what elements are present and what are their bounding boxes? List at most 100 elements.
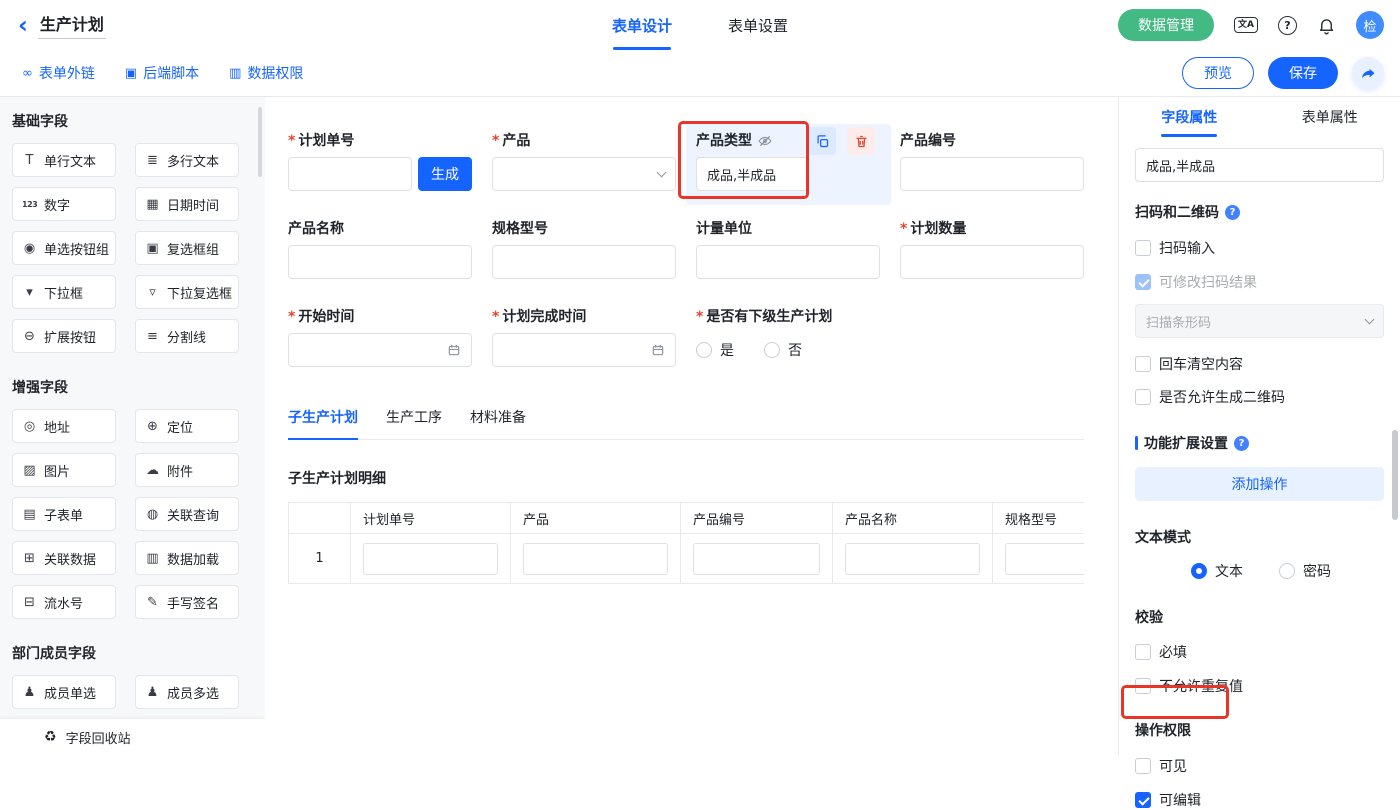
preview-button[interactable]: 预览 [1182, 57, 1254, 89]
start-time-input[interactable] [288, 333, 472, 367]
sidebar-item-radio-group[interactable]: ◉单选按钮组 [12, 231, 116, 265]
sidebar-item-dropdown-multi[interactable]: ▿下拉复选框 [135, 275, 239, 309]
visible-checkbox-row[interactable]: 可见 [1135, 756, 1384, 776]
notification-bell-icon[interactable] [1317, 16, 1336, 35]
checkbox-icon[interactable] [1135, 678, 1151, 694]
data-permission-button[interactable]: ▥ 数据权限 [229, 63, 303, 83]
sidebar-item-member-single[interactable]: ♟成员单选 [12, 675, 116, 709]
plan-qty-input[interactable] [900, 245, 1084, 279]
no-duplicate-checkbox-row[interactable]: 不允许重复值 [1135, 676, 1384, 696]
language-icon[interactable]: 文A [1234, 17, 1258, 34]
checkbox-icon[interactable] [1135, 389, 1151, 405]
avatar[interactable]: 检 [1356, 11, 1384, 39]
tab-form-properties[interactable]: 表单属性 [1260, 97, 1400, 137]
sidebar-item-member-multi[interactable]: ♟成员多选 [135, 675, 239, 709]
checkbox-icon[interactable] [1135, 644, 1151, 660]
page-title[interactable]: 生产计划 [38, 11, 106, 39]
sidebar-scrollbar[interactable] [258, 107, 262, 177]
field-product-name[interactable]: 产品名称 [288, 221, 472, 279]
field-finish-time[interactable]: *计划完成时间 [492, 309, 676, 367]
sidebar-item-number[interactable]: 123数字 [12, 187, 116, 221]
radio-no[interactable]: 否 [764, 340, 802, 360]
cell-product-code-input[interactable] [693, 543, 820, 575]
scan-type-select[interactable]: 扫描条形码 [1135, 304, 1384, 338]
unit-input[interactable] [696, 245, 880, 279]
field-spec-model[interactable]: 规格型号 [492, 221, 676, 279]
default-value-input[interactable]: 成品,半成品 [1135, 148, 1384, 182]
field-start-time[interactable]: *开始时间 [288, 309, 472, 367]
data-manage-button[interactable]: 数据管理 [1118, 9, 1214, 41]
enter-clear-checkbox-row[interactable]: 回车清空内容 [1135, 354, 1384, 374]
add-action-button[interactable]: 添加操作 [1135, 467, 1384, 501]
product-code-input[interactable] [900, 157, 1084, 191]
sidebar-item-single-line-text[interactable]: T单行文本 [12, 143, 116, 177]
sidebar-item-image[interactable]: ▨图片 [12, 453, 116, 487]
field-product-code[interactable]: 产品编号 [900, 133, 1084, 191]
product-select[interactable] [492, 157, 676, 191]
finish-time-input[interactable] [492, 333, 676, 367]
cell-product-name-input[interactable] [845, 543, 980, 575]
share-button[interactable] [1352, 57, 1384, 89]
sidebar-item-dropdown[interactable]: ▾下拉框 [12, 275, 116, 309]
copy-field-button[interactable] [808, 127, 836, 155]
tab-production-process[interactable]: 生产工序 [386, 407, 442, 439]
sidebar-item-linked-data[interactable]: ⊞关联数据 [12, 541, 116, 575]
sidebar-item-attachment[interactable]: ☁附件 [135, 453, 239, 487]
field-unit[interactable]: 计量单位 [696, 221, 880, 279]
panel-scrollbar[interactable] [1392, 430, 1398, 520]
field-recycle-bin[interactable]: ♻ 字段回收站 [0, 719, 265, 755]
generate-button[interactable]: 生成 [418, 157, 472, 191]
sidebar-item-address[interactable]: ◎地址 [12, 409, 116, 443]
text-mode-password-radio[interactable]: 密码 [1279, 561, 1331, 581]
checkbox-checked-disabled-icon[interactable] [1135, 274, 1151, 290]
sidebar-item-checkbox-group[interactable]: ▣复选框组 [135, 231, 239, 265]
radio-yes[interactable]: 是 [696, 340, 734, 360]
tab-form-design[interactable]: 表单设计 [612, 0, 672, 50]
field-product-type[interactable]: 产品类型 成品,半成品 [696, 133, 880, 191]
product-name-input[interactable] [288, 245, 472, 279]
sidebar-item-data-load[interactable]: ▥数据加载 [135, 541, 239, 575]
sidebar-item-divider[interactable]: ≡分割线 [135, 319, 239, 353]
sidebar-item-extend-button[interactable]: ⊖扩展按钮 [12, 319, 116, 353]
modify-result-checkbox-row[interactable]: 可修改扫码结果 [1135, 272, 1384, 292]
backend-script-button[interactable]: ▣ 后端脚本 [125, 63, 199, 83]
product-type-input[interactable]: 成品,半成品 [696, 157, 808, 191]
required-checkbox-row[interactable]: 必填 [1135, 642, 1384, 662]
external-link-button[interactable]: ∞ 表单外链 [22, 63, 95, 83]
field-has-subplan[interactable]: *是否有下级生产计划 是 否 [696, 309, 1076, 367]
editable-checkbox-row[interactable]: 可编辑 [1135, 790, 1384, 810]
back-icon[interactable]: ‹ [18, 13, 28, 37]
allow-qrcode-checkbox-row[interactable]: 是否允许生成二维码 [1135, 387, 1384, 407]
save-button[interactable]: 保存 [1268, 57, 1338, 89]
tab-form-settings[interactable]: 表单设置 [728, 0, 788, 50]
tab-material-preparation[interactable]: 材料准备 [470, 407, 526, 439]
sidebar-item-multi-line-text[interactable]: ≣多行文本 [135, 143, 239, 177]
field-plan-no[interactable]: *计划单号 生成 [288, 133, 472, 191]
text-mode-text-radio[interactable]: 文本 [1191, 561, 1243, 581]
cell-product-input[interactable] [523, 543, 668, 575]
scan-input-checkbox-row[interactable]: 扫码输入 [1135, 238, 1384, 258]
sidebar-item-linked-query[interactable]: ◍关联查询 [135, 497, 239, 531]
field-plan-qty[interactable]: *计划数量 [900, 221, 1084, 279]
checkbox-icon[interactable] [1135, 240, 1151, 256]
checkbox-icon[interactable] [1135, 758, 1151, 774]
checkbox-checked-icon[interactable] [1135, 792, 1151, 808]
plan-no-input[interactable] [288, 157, 412, 191]
help-badge-icon[interactable]: ? [1225, 205, 1240, 220]
sidebar-item-datetime[interactable]: ▦日期时间 [135, 187, 239, 221]
sidebar-item-serial-number[interactable]: ⊟流水号 [12, 585, 116, 619]
subtable-header-row: 计划单号 产品 产品编号 产品名称 规格型号 [289, 503, 1085, 534]
tab-field-properties[interactable]: 字段属性 [1119, 97, 1260, 137]
help-badge-icon[interactable]: ? [1234, 436, 1249, 451]
cell-spec-model-input[interactable] [1005, 543, 1084, 575]
checkbox-icon[interactable] [1135, 356, 1151, 372]
delete-field-button[interactable] [847, 127, 875, 155]
sidebar-item-signature[interactable]: ✎手写签名 [135, 585, 239, 619]
sidebar-item-subform[interactable]: ▤子表单 [12, 497, 116, 531]
help-icon[interactable]: ? [1278, 16, 1297, 35]
cell-plan-no-input[interactable] [363, 543, 498, 575]
sidebar-item-location[interactable]: ⊕定位 [135, 409, 239, 443]
tab-sub-production-plan[interactable]: 子生产计划 [288, 407, 358, 440]
spec-model-input[interactable] [492, 245, 676, 279]
field-product[interactable]: *产品 [492, 133, 676, 191]
